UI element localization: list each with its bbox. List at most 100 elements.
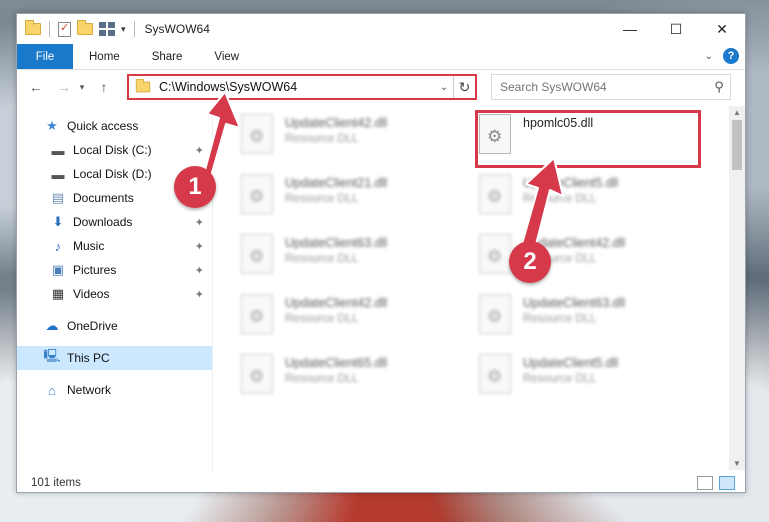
file-name: UpdateClient5.dll — [523, 356, 619, 370]
help-icon[interactable]: ? — [723, 48, 739, 64]
tiles-view-icon[interactable] — [719, 476, 735, 490]
sidebar-item-label: Videos — [73, 287, 110, 301]
list-item[interactable]: UpdateClient65.dll Resource DLL — [241, 352, 461, 404]
recent-locations-icon[interactable]: ▾ — [75, 76, 89, 98]
file-type: Resource DLL — [523, 313, 597, 325]
file-type: Resource DLL — [523, 373, 597, 385]
picture-icon: ▣ — [51, 262, 65, 277]
drive-icon: ▬ — [51, 166, 65, 182]
list-item[interactable]: UpdateClient5.dll Resource DLL — [479, 352, 699, 404]
list-item[interactable]: UpdateClient5.dll Resource DLL — [479, 172, 699, 224]
list-item[interactable]: UpdateClient21.dll Resource DLL — [241, 172, 461, 224]
file-name: UpdateClient21.dll — [285, 176, 388, 190]
ribbon-tabs: File Home Share View ⌄ ? — [17, 44, 745, 70]
computer-icon: 🖳 — [43, 348, 61, 363]
chevron-down-icon[interactable]: ⌄ — [435, 82, 453, 93]
sidebar-item-videos[interactable]: ▦ Videos ✦ — [17, 282, 212, 306]
search-box[interactable]: ⚲ — [491, 74, 731, 100]
file-name: UpdateClient63.dll — [285, 236, 388, 250]
dll-file-icon — [479, 354, 511, 394]
sidebar-item-label: Local Disk (D:) — [73, 167, 152, 181]
forward-arrow-icon[interactable]: → — [53, 76, 75, 98]
address-bar[interactable]: C:\Windows\SysWOW64 ⌄ ↻ — [127, 74, 477, 100]
dll-file-icon — [479, 294, 511, 334]
dll-file-icon — [241, 174, 273, 214]
navigation-bar: ← → ▾ ↑ C:\Windows\SysWOW64 ⌄ ↻ ⚲ — [17, 70, 745, 104]
vertical-scrollbar[interactable]: ▲ ▼ — [729, 106, 745, 470]
pin-icon[interactable]: ✦ — [195, 240, 204, 253]
dll-file-icon — [241, 354, 273, 394]
step-1-badge: 1 — [174, 166, 216, 208]
file-explorer-window: ▾ SysWOW64 — ☐ ✕ File Home Share View ⌄ … — [16, 13, 746, 493]
tab-view[interactable]: View — [198, 44, 255, 69]
network-icon: ⌂ — [48, 382, 56, 398]
ribbon-controls: ⌄ ? — [705, 48, 739, 64]
tab-file[interactable]: File — [17, 44, 73, 69]
details-view-icon[interactable] — [697, 476, 713, 490]
sidebar-item-label: OneDrive — [67, 319, 118, 333]
dll-file-icon — [479, 174, 511, 214]
sidebar-item-pictures[interactable]: ▣ Pictures ✦ — [17, 258, 212, 282]
dll-file-icon — [241, 114, 273, 154]
sidebar-item-label: Downloads — [73, 215, 133, 229]
file-type: Resource DLL — [523, 193, 597, 205]
tab-home[interactable]: Home — [73, 44, 136, 69]
file-type: Resource DLL — [285, 253, 359, 265]
quick-access-toolbar: ▾ — [17, 14, 137, 44]
tab-share[interactable]: Share — [136, 44, 199, 69]
sidebar-item-label: Quick access — [67, 119, 139, 133]
back-arrow-icon[interactable]: ← — [25, 76, 47, 98]
pin-icon[interactable]: ✦ — [195, 288, 204, 301]
separator — [49, 21, 50, 37]
sidebar-item-quick-access[interactable]: ★ Quick access — [17, 114, 212, 138]
status-bar: 101 items — [17, 472, 745, 494]
view-options-icon[interactable] — [99, 22, 115, 36]
cloud-icon: ☁ — [45, 318, 59, 333]
document-icon: ▤ — [51, 190, 65, 205]
list-item[interactable]: UpdateClient42.dll Resource DLL — [241, 292, 461, 344]
step-2-badge: 2 — [509, 241, 551, 283]
sidebar-item-label: Local Disk (C:) — [73, 143, 152, 157]
dll-file-icon — [241, 294, 273, 334]
pin-icon[interactable]: ✦ — [195, 264, 204, 277]
search-icon[interactable]: ⚲ — [708, 79, 730, 95]
sidebar-item-network[interactable]: ⌂ Network — [17, 378, 212, 402]
scroll-down-icon[interactable]: ▼ — [729, 459, 745, 468]
file-type: Resource DLL — [285, 373, 359, 385]
sidebar-item-label: Network — [67, 383, 112, 397]
view-toggle — [697, 476, 735, 490]
pin-icon[interactable]: ✦ — [195, 144, 204, 157]
navigation-pane: ★ Quick access ▬ Local Disk (C:) ✦ ▬ Loc… — [17, 106, 213, 470]
scroll-thumb[interactable] — [732, 120, 742, 170]
sidebar-item-downloads[interactable]: ⬇ Downloads ✦ — [17, 210, 212, 234]
list-item[interactable]: UpdateClient63.dll Resource DLL — [241, 232, 461, 284]
scroll-up-icon[interactable]: ▲ — [729, 108, 745, 117]
expand-ribbon-icon[interactable]: ⌄ — [705, 51, 713, 62]
new-folder-icon[interactable] — [77, 20, 93, 35]
search-input[interactable] — [500, 80, 708, 94]
music-icon: ♪ — [54, 238, 62, 254]
sidebar-item-onedrive[interactable]: ☁ OneDrive — [17, 314, 212, 338]
file-type: Resource DLL — [285, 193, 359, 205]
folder-icon[interactable] — [25, 20, 41, 35]
folder-icon — [135, 78, 151, 93]
close-icon[interactable]: ✕ — [699, 14, 745, 44]
list-item[interactable]: UpdateClient63.dll Resource DLL — [479, 292, 699, 344]
up-arrow-icon[interactable]: ↑ — [93, 76, 115, 98]
maximize-icon[interactable]: ☐ — [653, 14, 699, 44]
pin-icon[interactable]: ✦ — [195, 216, 204, 229]
sidebar-item-label: Pictures — [73, 263, 117, 277]
minimize-icon[interactable]: — — [607, 14, 653, 44]
sidebar-item-local-disk-c[interactable]: ▬ Local Disk (C:) ✦ — [17, 138, 212, 162]
sidebar-item-this-pc[interactable]: 🖳 This PC — [17, 346, 212, 370]
customize-toolbar-dropdown-icon[interactable]: ▾ — [121, 24, 126, 35]
dll-file-icon — [479, 234, 511, 274]
item-count: 101 items — [31, 477, 81, 489]
address-path[interactable]: C:\Windows\SysWOW64 — [159, 80, 435, 94]
window-controls: — ☐ ✕ — [607, 14, 745, 44]
list-item[interactable]: UpdateClient42.dll Resource DLL — [241, 112, 461, 164]
properties-icon[interactable] — [58, 21, 71, 37]
file-name: UpdateClient63.dll — [523, 296, 626, 310]
sidebar-item-music[interactable]: ♪ Music ✦ — [17, 234, 212, 258]
refresh-icon[interactable]: ↻ — [453, 76, 475, 98]
